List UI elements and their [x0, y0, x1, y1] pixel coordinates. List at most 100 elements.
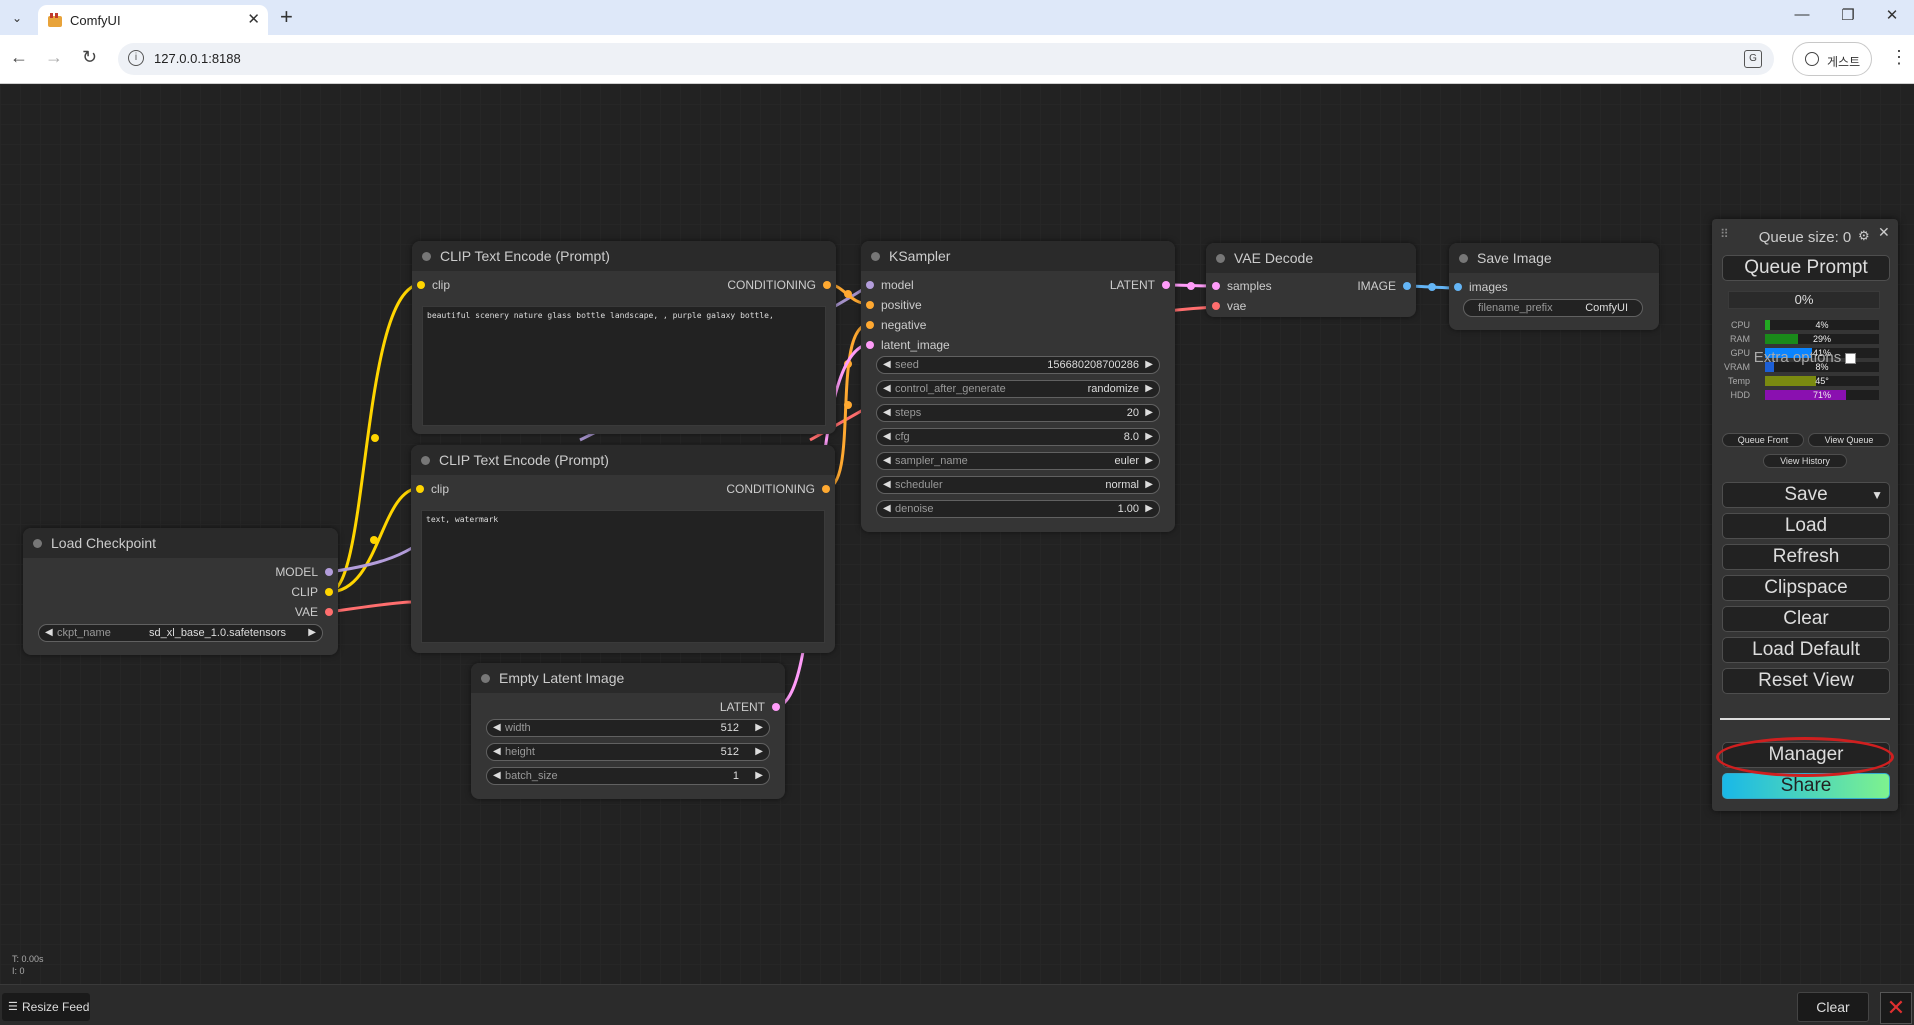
- queue-prompt-button[interactable]: Queue Prompt: [1722, 255, 1890, 281]
- slot-dot-icon[interactable]: [866, 301, 874, 309]
- menu-close-icon[interactable]: ✕: [1878, 224, 1890, 241]
- close-feed-icon[interactable]: ✕: [1880, 992, 1912, 1024]
- widget-value[interactable]: normal: [1105, 479, 1139, 491]
- widget-value[interactable]: 1.00: [1118, 503, 1139, 515]
- slot-dot-icon[interactable]: [325, 608, 333, 616]
- tab-close-icon[interactable]: ✕: [247, 10, 260, 28]
- widget-value[interactable]: sd_xl_base_1.0.safetensors: [149, 627, 286, 639]
- slot-dot-icon[interactable]: [866, 281, 874, 289]
- slot-dot-icon[interactable]: [866, 341, 874, 349]
- widget-value[interactable]: 8.0: [1124, 431, 1139, 443]
- increment-arrow-icon[interactable]: ▶: [1145, 479, 1153, 490]
- widget-value[interactable]: 20: [1127, 407, 1139, 419]
- widget-seed[interactable]: ◀ seed 156680208700286 ▶: [876, 356, 1160, 374]
- slot-dot-icon[interactable]: [1403, 282, 1411, 290]
- widget-cfg[interactable]: ◀ cfg 8.0 ▶: [876, 428, 1160, 446]
- slot-dot-icon[interactable]: [1454, 283, 1462, 291]
- increment-arrow-icon[interactable]: ▶: [1145, 503, 1153, 514]
- widget-ckpt-name[interactable]: ◀ ckpt_name sd_xl_base_1.0.safetensors ▶: [38, 624, 323, 642]
- decrement-arrow-icon[interactable]: ◀: [883, 431, 891, 442]
- window-close-icon[interactable]: ✕: [1872, 6, 1912, 28]
- output-slot-vae[interactable]: VAE: [233, 605, 333, 619]
- slot-dot-icon[interactable]: [417, 281, 425, 289]
- output-slot-image[interactable]: IMAGE: [1321, 279, 1411, 293]
- node-title-bar[interactable]: Save Image: [1449, 243, 1659, 273]
- reset-view-button[interactable]: Reset View: [1722, 668, 1890, 694]
- widget-control-after-generate[interactable]: ◀ control_after_generate randomize ▶: [876, 380, 1160, 398]
- increment-arrow-icon[interactable]: ▶: [1145, 431, 1153, 442]
- widget-value[interactable]: randomize: [1088, 383, 1139, 395]
- reload-icon[interactable]: ↻: [82, 47, 97, 68]
- clip-text-encode-positive-node[interactable]: CLIP Text Encode (Prompt) clip CONDITION…: [412, 241, 836, 434]
- decrement-arrow-icon[interactable]: ◀: [493, 722, 501, 733]
- widget-filename-prefix[interactable]: filename_prefix ComfyUI: [1463, 299, 1643, 317]
- slot-dot-icon[interactable]: [866, 321, 874, 329]
- profile-button[interactable]: 게스트: [1792, 42, 1872, 76]
- url-text[interactable]: 127.0.0.1:8188: [154, 51, 241, 66]
- node-title-bar[interactable]: Empty Latent Image: [471, 663, 785, 693]
- widget-steps[interactable]: ◀ steps 20 ▶: [876, 404, 1160, 422]
- decrement-arrow-icon[interactable]: ◀: [883, 479, 891, 490]
- node-title-bar[interactable]: CLIP Text Encode (Prompt): [412, 241, 836, 271]
- node-title-bar[interactable]: VAE Decode: [1206, 243, 1416, 273]
- widget-value[interactable]: ComfyUI: [1585, 302, 1628, 314]
- decrement-arrow-icon[interactable]: ◀: [45, 627, 53, 638]
- browser-tab[interactable]: ComfyUI ✕: [38, 5, 268, 35]
- decrement-arrow-icon[interactable]: ◀: [883, 407, 891, 418]
- input-slot-negative[interactable]: negative: [866, 318, 986, 332]
- input-slot-clip[interactable]: clip: [416, 482, 536, 496]
- slot-dot-icon[interactable]: [823, 281, 831, 289]
- collapse-dot-icon[interactable]: [1459, 254, 1468, 263]
- widget-value[interactable]: 512: [721, 746, 739, 758]
- widget-value[interactable]: 156680208700286: [1047, 359, 1139, 371]
- slot-dot-icon[interactable]: [822, 485, 830, 493]
- increment-arrow-icon[interactable]: ▶: [755, 722, 763, 733]
- node-title-bar[interactable]: Load Checkpoint: [23, 528, 338, 558]
- widget-batch-size[interactable]: ◀ batch_size 1 ▶: [486, 767, 770, 785]
- refresh-button[interactable]: Refresh: [1722, 544, 1890, 570]
- view-history-button[interactable]: View History: [1763, 454, 1847, 468]
- extra-options-checkbox[interactable]: [1845, 352, 1857, 364]
- widget-value[interactable]: euler: [1115, 455, 1139, 467]
- increment-arrow-icon[interactable]: ▶: [755, 770, 763, 781]
- settings-gear-icon[interactable]: ⚙: [1858, 228, 1870, 244]
- input-slot-model[interactable]: model: [866, 278, 986, 292]
- queue-front-button[interactable]: Queue Front: [1722, 433, 1804, 447]
- extra-options-label[interactable]: Extra options: [1712, 349, 1898, 366]
- save-dropdown-icon[interactable]: ▼: [1871, 483, 1883, 507]
- slot-dot-icon[interactable]: [1162, 281, 1170, 289]
- save-image-node[interactable]: Save Image images filename_prefix ComfyU…: [1449, 243, 1659, 330]
- slot-dot-icon[interactable]: [325, 588, 333, 596]
- clear-button[interactable]: Clear: [1722, 606, 1890, 632]
- collapse-dot-icon[interactable]: [421, 456, 430, 465]
- slot-dot-icon[interactable]: [772, 703, 780, 711]
- load-checkpoint-node[interactable]: Load Checkpoint MODEL CLIP VAE ◀ ckpt_na…: [23, 528, 338, 655]
- widget-value[interactable]: 1: [733, 770, 739, 782]
- widget-width[interactable]: ◀ width 512 ▶: [486, 719, 770, 737]
- input-slot-images[interactable]: images: [1454, 280, 1554, 294]
- slot-dot-icon[interactable]: [1212, 282, 1220, 290]
- input-slot-vae[interactable]: vae: [1212, 299, 1312, 313]
- decrement-arrow-icon[interactable]: ◀: [883, 383, 891, 394]
- input-slot-clip[interactable]: clip: [417, 278, 537, 292]
- output-slot-conditioning[interactable]: CONDITIONING: [680, 482, 830, 496]
- clear-feed-button[interactable]: Clear: [1797, 992, 1869, 1022]
- widget-denoise[interactable]: ◀ denoise 1.00 ▶: [876, 500, 1160, 518]
- clip-text-encode-negative-node[interactable]: CLIP Text Encode (Prompt) clip CONDITION…: [411, 445, 835, 653]
- address-bar[interactable]: i 127.0.0.1:8188 G: [118, 43, 1774, 75]
- clipspace-button[interactable]: Clipspace: [1722, 575, 1890, 601]
- node-title-bar[interactable]: KSampler: [861, 241, 1175, 271]
- slot-dot-icon[interactable]: [416, 485, 424, 493]
- collapse-dot-icon[interactable]: [871, 252, 880, 261]
- increment-arrow-icon[interactable]: ▶: [1145, 407, 1153, 418]
- vae-decode-node[interactable]: VAE Decode samples vae IMAGE: [1206, 243, 1416, 317]
- minimize-icon[interactable]: —: [1782, 6, 1822, 28]
- collapse-dot-icon[interactable]: [481, 674, 490, 683]
- decrement-arrow-icon[interactable]: ◀: [883, 359, 891, 370]
- prompt-textarea[interactable]: beautiful scenery nature glass bottle la…: [422, 306, 826, 426]
- output-slot-latent[interactable]: LATENT: [680, 700, 780, 714]
- increment-arrow-icon[interactable]: ▶: [308, 627, 316, 638]
- decrement-arrow-icon[interactable]: ◀: [493, 746, 501, 757]
- output-slot-conditioning[interactable]: CONDITIONING: [681, 278, 831, 292]
- ksampler-node[interactable]: KSampler model positive negative latent_…: [861, 241, 1175, 532]
